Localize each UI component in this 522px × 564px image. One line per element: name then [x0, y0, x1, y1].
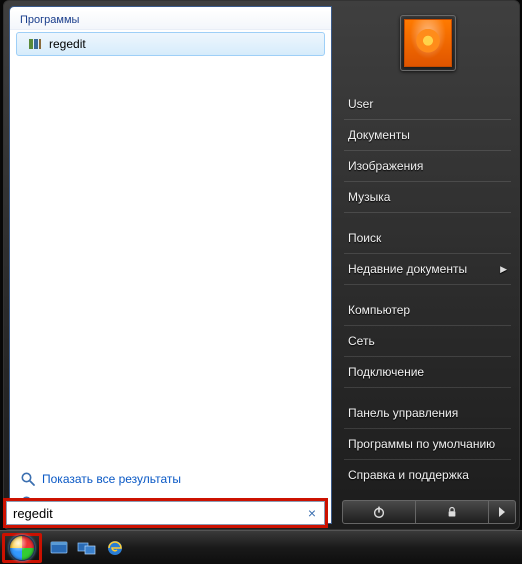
desktop: Программы regedit Показать все результат…: [0, 0, 522, 564]
chevron-right-icon: [498, 507, 506, 517]
see-all-results-link[interactable]: Показать все результаты: [20, 467, 321, 491]
menu-item-label: Программы по умолчанию: [348, 437, 495, 451]
user-picture-frame[interactable]: [400, 15, 456, 71]
search-icon: [20, 471, 36, 487]
menu-item-label: Компьютер: [348, 303, 410, 317]
start-button[interactable]: [9, 535, 35, 561]
search-box[interactable]: ×: [6, 501, 325, 525]
menu-item-label: Документы: [348, 128, 410, 142]
taskbar-show-desktop-icon[interactable]: [48, 537, 70, 559]
menu-item-documents[interactable]: Документы: [344, 120, 511, 151]
menu-item-label: Изображения: [348, 159, 423, 173]
search-input[interactable]: [13, 506, 300, 521]
menu-item-connect[interactable]: Подключение: [344, 357, 511, 388]
menu-item-label: Панель управления: [348, 406, 458, 420]
menu-item-pictures[interactable]: Изображения: [344, 151, 511, 182]
menu-item-network[interactable]: Сеть: [344, 326, 511, 357]
lock-icon: [446, 506, 458, 518]
menu-item-computer[interactable]: Компьютер: [344, 295, 511, 326]
clear-search-icon[interactable]: ×: [304, 505, 320, 521]
menu-item-defaults[interactable]: Программы по умолчанию: [344, 429, 511, 460]
menu-item-user[interactable]: User: [344, 89, 511, 120]
taskbar-ie-icon[interactable]: [104, 537, 126, 559]
menu-item-search[interactable]: Поиск: [344, 223, 511, 254]
taskbar: [0, 530, 522, 564]
power-button-group: [342, 500, 516, 524]
search-results-area: Программы regedit: [10, 7, 331, 463]
menu-item-label: Недавние документы: [348, 262, 467, 276]
shutdown-button[interactable]: [342, 500, 416, 524]
menu-item-recent[interactable]: Недавние документы ▶: [344, 254, 511, 285]
menu-item-music[interactable]: Музыка: [344, 182, 511, 213]
search-result-label: regedit: [49, 37, 86, 51]
menu-item-help[interactable]: Справка и поддержка: [344, 460, 511, 490]
right-menu-list: User Документы Изображения Музыка Поиск Недав…: [344, 89, 511, 490]
menu-item-label: Справка и поддержка: [348, 468, 469, 482]
start-menu-right-panel: User Документы Изображения Музыка Поиск Недав…: [332, 1, 519, 529]
menu-item-control[interactable]: Панель управления: [344, 398, 511, 429]
menu-item-label: User: [348, 97, 373, 111]
power-icon: [372, 505, 386, 519]
power-options-button[interactable]: [488, 500, 516, 524]
start-menu: Программы regedit Показать все результат…: [3, 0, 520, 530]
search-result-item[interactable]: regedit: [16, 32, 325, 56]
menu-item-label: Сеть: [348, 334, 375, 348]
chevron-right-icon: ▶: [500, 264, 507, 275]
start-button-highlight: [2, 533, 42, 563]
user-picture: [404, 19, 452, 67]
menu-item-label: Подключение: [348, 365, 424, 379]
see-all-results-label: Показать все результаты: [42, 472, 181, 486]
results-group-header: Программы: [10, 11, 331, 30]
regedit-icon: [27, 36, 43, 52]
start-menu-left-panel: Программы regedit Показать все результат…: [9, 6, 332, 524]
taskbar-switch-windows-icon[interactable]: [76, 537, 98, 559]
lock-button[interactable]: [416, 500, 488, 524]
menu-item-label: Музыка: [348, 190, 390, 204]
search-box-highlight: ×: [3, 498, 328, 528]
menu-item-label: Поиск: [348, 231, 381, 245]
